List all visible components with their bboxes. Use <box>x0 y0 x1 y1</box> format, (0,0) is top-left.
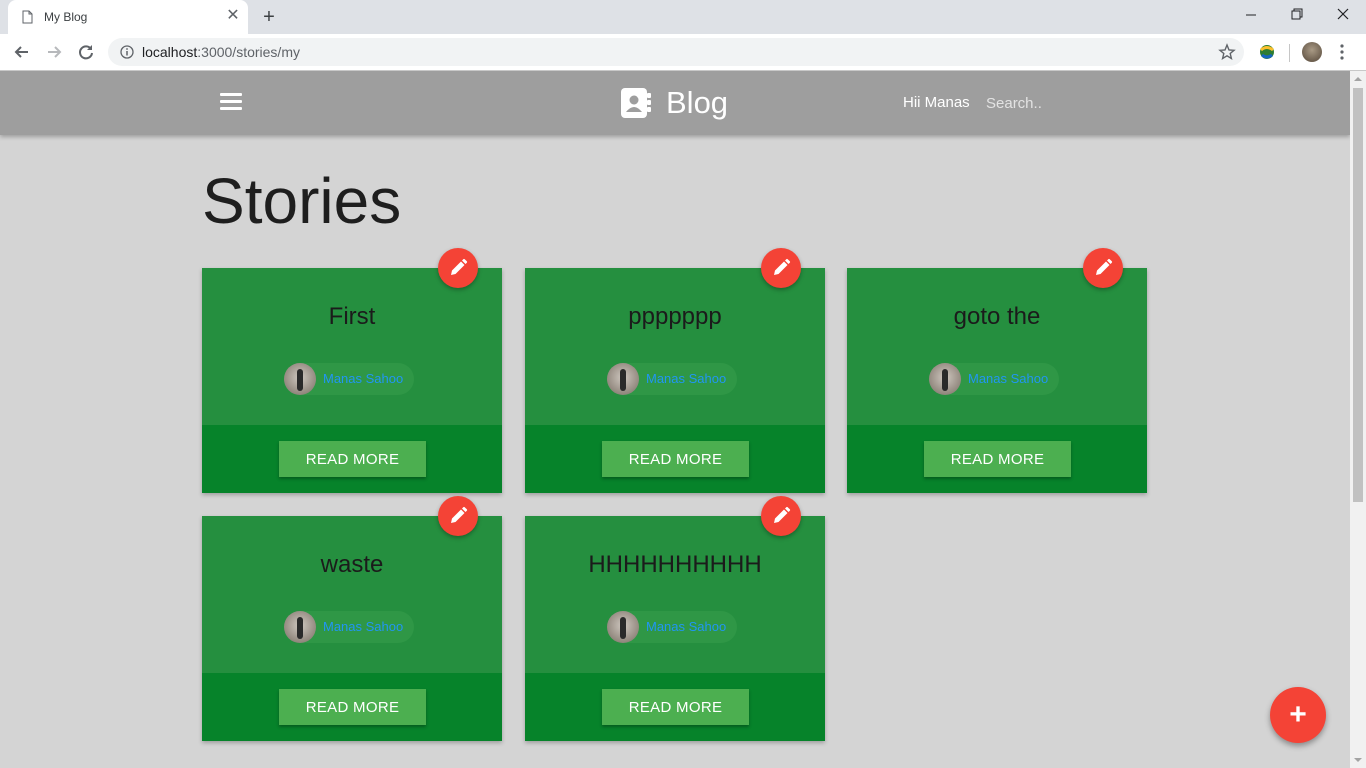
hamburger-menu-icon[interactable] <box>220 93 242 111</box>
edit-story-button[interactable] <box>761 496 801 536</box>
read-more-button[interactable]: READ MORE <box>279 689 426 725</box>
author-chip[interactable]: Manas Sahoo <box>929 363 1059 395</box>
scroll-down-arrow-icon[interactable] <box>1350 752 1366 768</box>
restore-icon[interactable] <box>1274 0 1320 30</box>
card-content: ppppppp Manas Sahoo <box>525 268 825 425</box>
story-title: goto the <box>953 303 1041 330</box>
card-actions: READ MORE <box>202 673 502 741</box>
edit-story-button[interactable] <box>1083 248 1123 288</box>
read-more-button[interactable]: READ MORE <box>602 689 749 725</box>
card-actions: READ MORE <box>525 673 825 741</box>
minimize-icon[interactable] <box>1228 0 1274 30</box>
info-icon[interactable] <box>120 45 134 59</box>
author-avatar <box>929 363 961 395</box>
toolbar-separator <box>1289 44 1290 62</box>
story-title: HHHHHHHHHH <box>588 551 762 578</box>
author-avatar <box>607 611 639 643</box>
close-tab-icon[interactable]: ✕ <box>224 7 242 25</box>
author-avatar <box>284 363 316 395</box>
story-card: goto the Manas Sahoo READ MORE <box>847 248 1147 493</box>
story-card: waste Manas Sahoo READ MORE <box>202 496 502 741</box>
more-menu-icon[interactable] <box>1336 42 1348 62</box>
user-greeting: Hii Manas <box>903 94 970 111</box>
browser-toolbar: localhost:3000/stories/my <box>0 34 1366 71</box>
author-name[interactable]: Manas Sahoo <box>323 371 403 386</box>
browser-tab[interactable]: My Blog ✕ <box>8 0 248 34</box>
story-title: ppppppp <box>628 303 722 330</box>
card-actions: READ MORE <box>202 425 502 493</box>
read-more-button[interactable]: READ MORE <box>279 441 426 477</box>
story-title: waste <box>320 551 384 578</box>
read-more-button[interactable]: READ MORE <box>924 441 1071 477</box>
address-bar[interactable]: localhost:3000/stories/my <box>108 38 1244 66</box>
reload-icon[interactable] <box>75 41 97 63</box>
card-content: waste Manas Sahoo <box>202 516 502 673</box>
story-card: First Manas Sahoo READ MORE <box>202 248 502 493</box>
author-avatar <box>607 363 639 395</box>
back-arrow-icon[interactable] <box>11 41 33 63</box>
url-text[interactable]: localhost:3000/stories/my <box>142 44 300 60</box>
edit-story-button[interactable] <box>438 248 478 288</box>
card-content: HHHHHHHHHH Manas Sahoo <box>525 516 825 673</box>
story-title: First <box>328 303 376 330</box>
page-viewport: Blog Hii Manas Stories First Manas Sahoo… <box>0 71 1350 768</box>
profile-avatar[interactable] <box>1302 42 1322 62</box>
forward-arrow-icon[interactable] <box>43 41 65 63</box>
author-avatar <box>284 611 316 643</box>
tab-title: My Blog <box>44 10 88 24</box>
read-more-button[interactable]: READ MORE <box>602 441 749 477</box>
story-card: HHHHHHHHHH Manas Sahoo READ MORE <box>525 496 825 741</box>
author-chip[interactable]: Manas Sahoo <box>284 363 414 395</box>
author-name[interactable]: Manas Sahoo <box>646 619 726 634</box>
author-chip[interactable]: Manas Sahoo <box>284 611 414 643</box>
pencil-icon <box>451 258 468 275</box>
edit-story-button[interactable] <box>438 496 478 536</box>
author-chip[interactable]: Manas Sahoo <box>607 611 737 643</box>
author-chip[interactable]: Manas Sahoo <box>607 363 737 395</box>
author-name[interactable]: Manas Sahoo <box>968 371 1048 386</box>
pencil-icon <box>774 506 791 523</box>
card-content: goto the Manas Sahoo <box>847 268 1147 425</box>
card-actions: READ MORE <box>847 425 1147 493</box>
card-actions: READ MORE <box>525 425 825 493</box>
url-path: :3000/stories/my <box>197 44 300 60</box>
navbar: Blog Hii Manas <box>0 71 1350 135</box>
pencil-icon <box>774 258 791 275</box>
plus-icon: + <box>1289 698 1307 731</box>
brand-title: Blog <box>666 85 729 120</box>
edit-story-button[interactable] <box>761 248 801 288</box>
add-story-button[interactable]: + <box>1270 687 1326 743</box>
search-input[interactable] <box>986 93 1136 113</box>
author-name[interactable]: Manas Sahoo <box>646 371 726 386</box>
card-content: First Manas Sahoo <box>202 268 502 425</box>
page-title: Stories <box>202 165 402 237</box>
vertical-scrollbar[interactable] <box>1350 71 1366 768</box>
window-close-icon[interactable] <box>1320 0 1366 30</box>
bookmark-star-icon[interactable] <box>1218 43 1236 61</box>
extension-icon[interactable] <box>1258 43 1276 61</box>
address-book-icon <box>621 88 651 118</box>
author-name[interactable]: Manas Sahoo <box>323 619 403 634</box>
pencil-icon <box>451 506 468 523</box>
page-icon <box>22 10 33 24</box>
tab-strip: My Blog ✕ + <box>0 0 1366 34</box>
url-host: localhost <box>142 44 198 60</box>
scrollbar-thumb[interactable] <box>1353 88 1363 502</box>
story-card: ppppppp Manas Sahoo READ MORE <box>525 248 825 493</box>
scroll-up-arrow-icon[interactable] <box>1350 71 1366 87</box>
pencil-icon <box>1096 258 1113 275</box>
new-tab-button[interactable]: + <box>258 6 280 28</box>
